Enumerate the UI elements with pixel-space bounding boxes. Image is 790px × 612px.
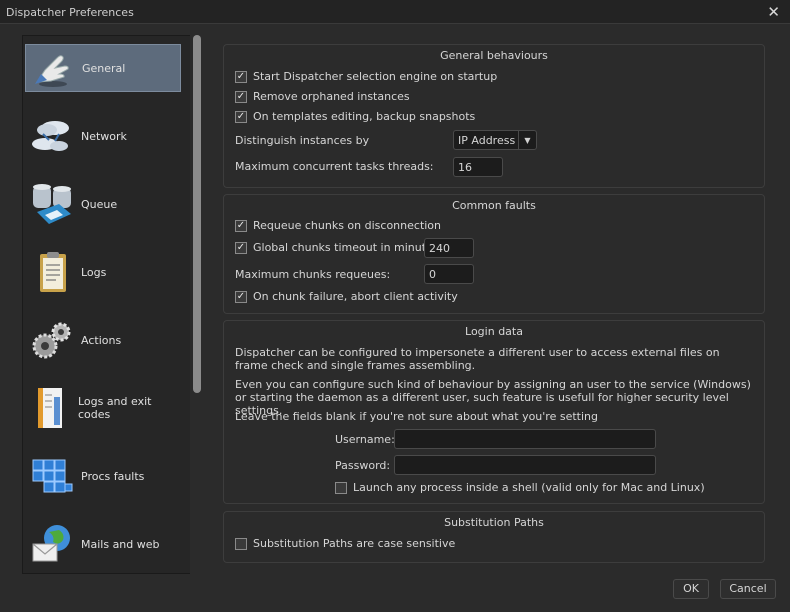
max-requeues-label: Maximum chunks requeues: (235, 268, 391, 281)
sidebar-item-logs-and-exit-codes[interactable]: Logs and exit codes (25, 384, 181, 432)
substitution-paths-group: Substitution Paths Substitution Paths ar… (223, 511, 765, 563)
max-threads-label-row: Maximum concurrent tasks threads: (235, 160, 434, 173)
max-requeues-input[interactable]: 0 (424, 264, 474, 284)
backup-snapshots-checkbox[interactable]: ✓ (235, 110, 247, 123)
password-field[interactable] (394, 455, 656, 475)
distinguish-label: Distinguish instances by (235, 134, 370, 147)
sidebar-scrollbar[interactable] (190, 35, 206, 574)
sidebar-item-label: Logs (81, 265, 107, 279)
sidebar-item-logs[interactable]: Logs (25, 248, 181, 296)
abort-client-option[interactable]: ✓ On chunk failure, abort client activit… (235, 290, 458, 303)
sidebar-item-label: Procs faults (81, 469, 145, 483)
group-title: Substitution Paths (444, 516, 544, 529)
global-timeout-option[interactable]: ✓ Global chunks timeout in minutes: (235, 241, 442, 254)
gears-icon (25, 317, 79, 363)
case-sensitive-checkbox[interactable] (235, 537, 247, 550)
sidebar-item-mails-and-web[interactable]: Mails and web (25, 520, 181, 568)
sidebar-item-label: Mails and web (81, 537, 160, 551)
option-label: Launch any process inside a shell (valid… (353, 481, 705, 494)
sidebar-item-actions[interactable]: Actions (25, 316, 181, 364)
option-label: Remove orphaned instances (253, 90, 410, 103)
sidebar-item-queue[interactable]: Queue (25, 180, 181, 228)
distinguish-label-row: Distinguish instances by (235, 134, 369, 147)
option-label: Start Dispatcher selection engine on sta… (253, 70, 498, 83)
start-engine-option[interactable]: ✓ Start Dispatcher selection engine on s… (235, 70, 497, 83)
notebook-icon (25, 385, 76, 431)
launch-shell-checkbox[interactable] (335, 481, 347, 494)
group-title: Login data (465, 325, 523, 338)
mail-globe-icon (25, 521, 79, 567)
group-title: General behaviours (440, 49, 548, 62)
case-sensitive-option[interactable]: Substitution Paths are case sensitive (235, 537, 455, 550)
option-label: On templates editing, backup snapshots (253, 110, 476, 123)
cloud-network-icon (25, 113, 79, 159)
chevron-down-icon[interactable]: ▼ (518, 131, 536, 149)
remove-orphaned-checkbox[interactable]: ✓ (235, 90, 247, 103)
login-description-3: Leave the fields blank if you're not sur… (235, 410, 598, 423)
sidebar-item-general[interactable]: General (25, 44, 181, 92)
login-description-1: Dispatcher can be configured to imperson… (235, 346, 720, 372)
blue-cubes-icon (25, 453, 79, 499)
requeue-checkbox[interactable]: ✓ (235, 219, 247, 232)
sidebar-item-label: Actions (81, 333, 122, 347)
password-label-row: Password: (335, 459, 390, 472)
launch-shell-option[interactable]: Launch any process inside a shell (valid… (335, 481, 705, 494)
pointing-hand-icon (26, 45, 80, 91)
option-label: Global chunks timeout in minutes: (253, 241, 443, 254)
distinguish-select-value: IP Address (458, 134, 516, 147)
remove-orphaned-option[interactable]: ✓ Remove orphaned instances (235, 90, 410, 103)
close-icon[interactable]: ✕ (767, 3, 780, 21)
distinguish-select[interactable]: IP Address ▼ (453, 130, 537, 150)
max-requeues-label-row: Maximum chunks requeues: (235, 268, 390, 281)
sidebar-item-procs-faults[interactable]: Procs faults (25, 452, 181, 500)
global-timeout-input[interactable]: 240 (424, 238, 474, 258)
option-label: Substitution Paths are case sensitive (253, 537, 456, 550)
username-label-row: Username: (335, 433, 395, 446)
backup-snapshots-option[interactable]: ✓ On templates editing, backup snapshots (235, 110, 475, 123)
title-bar: Dispatcher Preferences ✕ (0, 0, 790, 24)
database-queue-icon (25, 181, 79, 227)
sidebar-item-label: Queue (81, 197, 118, 211)
sidebar-item-label: General (82, 61, 126, 75)
abort-client-checkbox[interactable]: ✓ (235, 290, 247, 303)
global-timeout-checkbox[interactable]: ✓ (235, 241, 247, 254)
common-faults-group: Common faults ✓ Requeue chunks on discon… (223, 194, 765, 314)
clipboard-icon (25, 249, 79, 295)
group-title: Common faults (452, 199, 536, 212)
sidebar-item-label: Network (81, 129, 127, 143)
option-label: Requeue chunks on disconnection (253, 219, 442, 232)
cancel-button[interactable]: Cancel (720, 579, 776, 599)
username-label: Username: (335, 433, 395, 446)
general-behaviours-group: General behaviours ✓ Start Dispatcher se… (223, 44, 765, 188)
max-threads-label: Maximum concurrent tasks threads: (235, 160, 434, 173)
requeue-option[interactable]: ✓ Requeue chunks on disconnection (235, 219, 441, 232)
sidebar-item-network[interactable]: Network (25, 112, 181, 160)
sidebar-item-label: Logs and exit codes (77, 395, 152, 421)
category-sidebar: General Network Queue Logs Actions Logs … (22, 35, 206, 574)
password-label: Password: (335, 459, 391, 472)
username-field[interactable] (394, 429, 656, 449)
scrollbar-thumb[interactable] (193, 35, 201, 393)
start-engine-checkbox[interactable]: ✓ (235, 70, 247, 83)
option-label: On chunk failure, abort client activity (253, 290, 458, 303)
login-data-group: Login data Dispatcher can be configured … (223, 320, 765, 504)
window-title: Dispatcher Preferences (6, 6, 134, 19)
ok-button[interactable]: OK (673, 579, 709, 599)
max-threads-input[interactable]: 16 (453, 157, 503, 177)
